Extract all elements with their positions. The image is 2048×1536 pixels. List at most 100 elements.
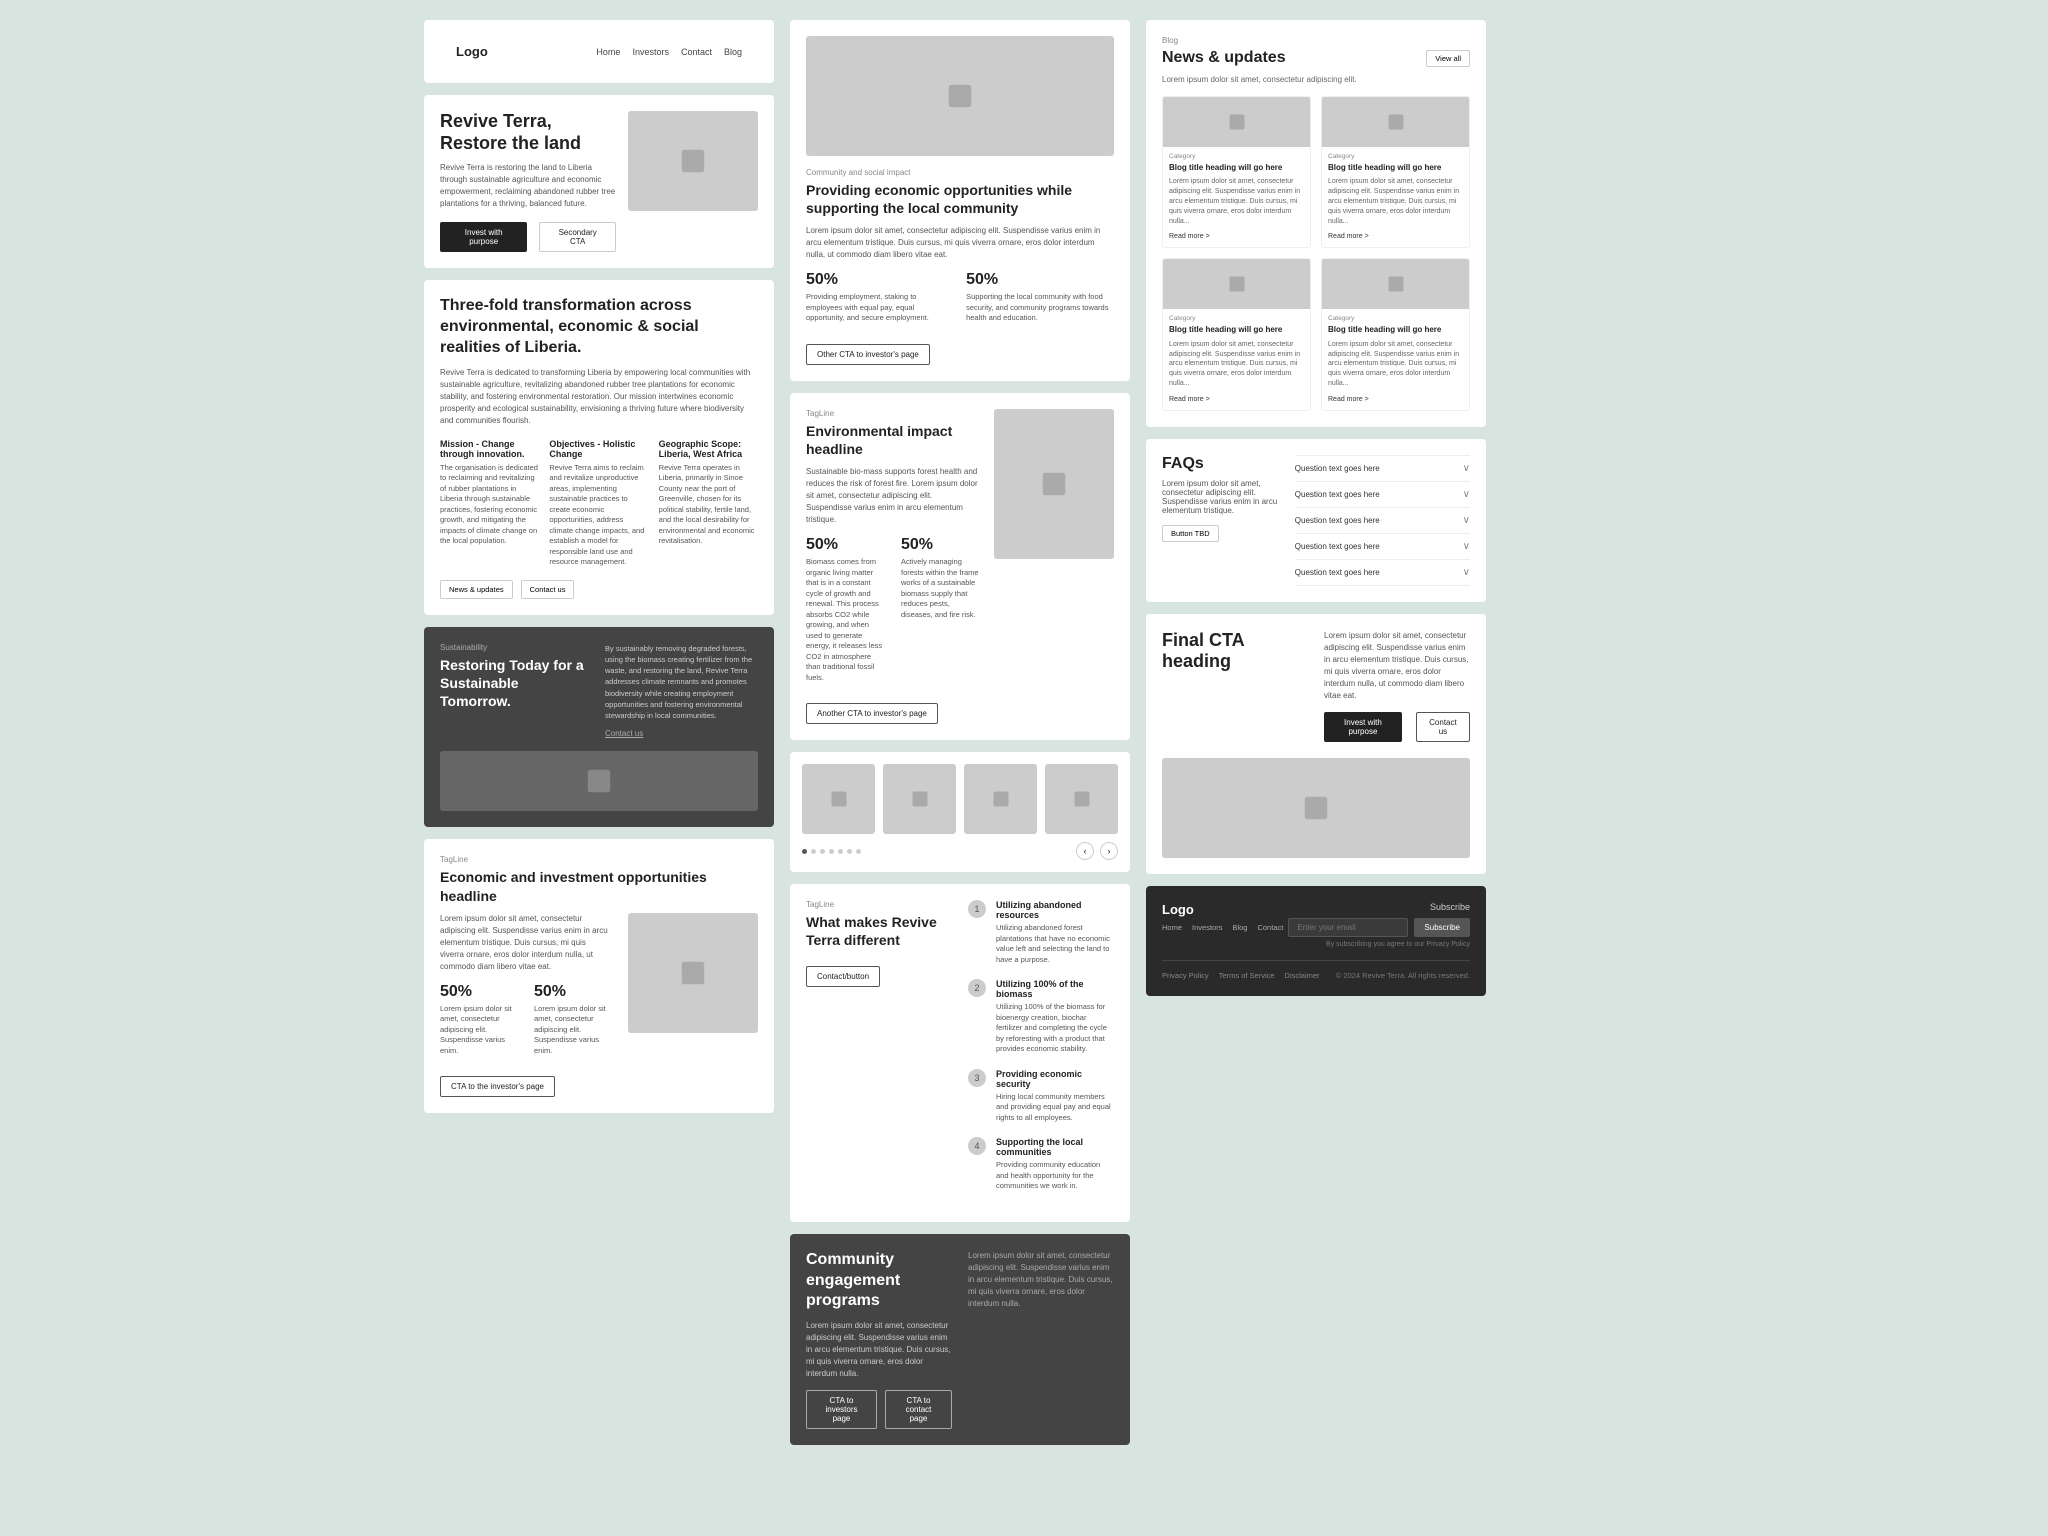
economic-cta-btn[interactable]: CTA to the investor's page — [440, 1076, 555, 1097]
carousel-next-btn[interactable]: › — [1100, 842, 1118, 860]
footer-logo: Logo — [1162, 902, 1283, 917]
read-more-2[interactable]: Read more > — [1328, 233, 1369, 240]
footer-link-blog[interactable]: Blog — [1232, 923, 1247, 932]
community-extra-desc: Lorem ipsum dolor sit amet, consectetur … — [968, 1250, 1114, 1310]
env-stat2-number: 50% — [901, 536, 980, 554]
different-contact-btn[interactable]: Contact/button — [806, 966, 880, 987]
economic-section: TagLine Economic and investment opportun… — [424, 839, 774, 1113]
faq-item-1[interactable]: Question text goes here ∨ — [1295, 456, 1470, 482]
nav-home[interactable]: Home — [596, 47, 620, 57]
footer-subscribe-label: Subscribe — [1288, 902, 1470, 912]
dot-1[interactable] — [802, 849, 807, 854]
sustainability-image — [440, 751, 758, 811]
faq-item-3[interactable]: Question text goes here ∨ — [1295, 508, 1470, 534]
blog-card-title-4: Blog title heading will go here — [1328, 325, 1463, 335]
sustainability-cta[interactable]: Contact us — [605, 729, 643, 738]
nav-investors[interactable]: Investors — [632, 47, 669, 57]
sustainability-tagline: Sustainability — [440, 643, 593, 652]
footer-disclaimer[interactable]: Disclaimer — [1285, 971, 1320, 980]
different-title-1: Utilizing abandoned resources — [996, 900, 1114, 920]
final-cta-primary-btn[interactable]: Invest with purpose — [1324, 712, 1402, 742]
read-more-3[interactable]: Read more > — [1169, 396, 1210, 403]
objectives-title: Objectives - Holistic Change — [549, 439, 648, 459]
different-icon-4: 4 — [968, 1137, 986, 1155]
community-cta1-btn[interactable]: CTA to investors page — [806, 1390, 877, 1429]
different-item-4: 4 Supporting the local communities Provi… — [968, 1137, 1114, 1192]
faq-question-5: Question text goes here — [1295, 568, 1380, 577]
dot-2[interactable] — [811, 849, 816, 854]
economic-stat2-desc: Lorem ipsum dolor sit amet, consectetur … — [534, 1004, 612, 1057]
carousel-prev-btn[interactable]: ‹ — [1076, 842, 1094, 860]
navbar: Logo Home Investors Contact Blog — [424, 20, 774, 83]
mission-desc: The organisation is dedicated to reclaim… — [440, 463, 539, 547]
footer-link-investors[interactable]: Investors — [1192, 923, 1222, 932]
read-more-4[interactable]: Read more > — [1328, 396, 1369, 403]
blog-card-img-4 — [1322, 259, 1469, 309]
geographic-col: Geographic Scope: Liberia, West Africa R… — [659, 439, 758, 568]
dot-6[interactable] — [847, 849, 852, 854]
faq-item-4[interactable]: Question text goes here ∨ — [1295, 534, 1470, 560]
dot-5[interactable] — [838, 849, 843, 854]
blog-card-title-2: Blog title heading will go here — [1328, 163, 1463, 173]
different-section: TagLine What makes Revive Terra differen… — [790, 884, 1130, 1222]
hero-primary-btn[interactable]: Invest with purpose — [440, 222, 527, 252]
blog-cat-1: Category — [1169, 153, 1304, 160]
providing-desc: Lorem ipsum dolor sit amet, consectetur … — [806, 225, 1114, 261]
environmental-section: TagLine Environmental impact headline Su… — [790, 393, 1130, 740]
objectives-desc: Revive Terra aims to reclaim and revital… — [549, 463, 648, 568]
read-more-1[interactable]: Read more > — [1169, 233, 1210, 240]
economic-stat1-desc: Lorem ipsum dolor sit amet, consectetur … — [440, 1004, 518, 1057]
economic-image — [628, 913, 758, 1033]
economic-desc: Lorem ipsum dolor sit amet, consectetur … — [440, 913, 612, 973]
dot-7[interactable] — [856, 849, 861, 854]
nav-contact[interactable]: Contact — [681, 47, 712, 57]
blog-card-desc-4: Lorem ipsum dolor sit amet, consectetur … — [1328, 340, 1463, 389]
community-cta2-btn[interactable]: CTA to contact page — [885, 1390, 952, 1429]
hero-section: Revive Terra, Restore the land Revive Te… — [424, 95, 774, 268]
footer-terms[interactable]: Terms of Service — [1219, 971, 1275, 980]
faq-item-2[interactable]: Question text goes here ∨ — [1295, 482, 1470, 508]
env-cta-btn[interactable]: Another CTA to investor's page — [806, 703, 938, 724]
env-heading: Environmental impact headline — [806, 422, 980, 458]
providing-cta-btn[interactable]: Other CTA to investor's page — [806, 344, 930, 365]
dot-3[interactable] — [820, 849, 825, 854]
footer-link-contact[interactable]: Contact — [1257, 923, 1283, 932]
economic-stat1-number: 50% — [440, 983, 518, 1001]
news-updates-btn[interactable]: News & updates — [440, 580, 513, 599]
blog-card-title-1: Blog title heading will go here — [1169, 163, 1304, 173]
view-all-btn[interactable]: View all — [1426, 50, 1470, 67]
different-item-3: 3 Providing economic security Hiring loc… — [968, 1069, 1114, 1124]
faq-btn[interactable]: Button TBD — [1162, 525, 1219, 542]
final-cta-secondary-btn[interactable]: Contact us — [1416, 712, 1470, 742]
footer-legal: Privacy Policy Terms of Service Disclaim… — [1162, 971, 1320, 980]
faq-section: FAQs Lorem ipsum dolor sit amet, consect… — [1146, 439, 1486, 602]
env-stat1-desc: Biomass comes from organic living matter… — [806, 557, 885, 683]
blog-card-2: Category Blog title heading will go here… — [1321, 96, 1470, 248]
footer-privacy-policy[interactable]: Privacy Policy — [1162, 971, 1209, 980]
faq-item-5[interactable]: Question text goes here ∨ — [1295, 560, 1470, 586]
contact-us-btn[interactable]: Contact us — [521, 580, 575, 599]
different-desc-3: Hiring local community members and provi… — [996, 1092, 1114, 1124]
footer-link-home[interactable]: Home — [1162, 923, 1182, 932]
community-desc: Lorem ipsum dolor sit amet, consectetur … — [806, 1320, 952, 1380]
nav-blog[interactable]: Blog — [724, 47, 742, 57]
hero-secondary-btn[interactable]: Secondary CTA — [539, 222, 616, 252]
carousel-img-4 — [1045, 764, 1118, 834]
blog-card-img-3 — [1163, 259, 1310, 309]
providing-tagline: Community and social impact — [806, 168, 1114, 177]
blog-desc: Lorem ipsum dolor sit amet, consectetur … — [1162, 75, 1470, 84]
transform-section: Three-fold transformation across environ… — [424, 280, 774, 614]
logo: Logo — [456, 44, 488, 59]
blog-card-desc-2: Lorem ipsum dolor sit amet, consectetur … — [1328, 177, 1463, 226]
carousel-img-2 — [883, 764, 956, 834]
footer-subscribe-btn[interactable]: Subscribe — [1414, 918, 1470, 937]
chevron-down-icon-1: ∨ — [1463, 463, 1470, 474]
footer-email-input[interactable] — [1288, 918, 1408, 937]
mission-col: Mission - Change through innovation. The… — [440, 439, 539, 568]
env-desc: Sustainable bio-mass supports forest hea… — [806, 466, 980, 526]
footer: Logo Home Investors Blog Contact Subscri… — [1146, 886, 1486, 996]
dot-4[interactable] — [829, 849, 834, 854]
transform-title: Three-fold transformation across environ… — [440, 296, 758, 358]
providing-stat2-number: 50% — [966, 271, 1114, 289]
sustainability-desc: By sustainably removing degraded forests… — [605, 643, 758, 722]
